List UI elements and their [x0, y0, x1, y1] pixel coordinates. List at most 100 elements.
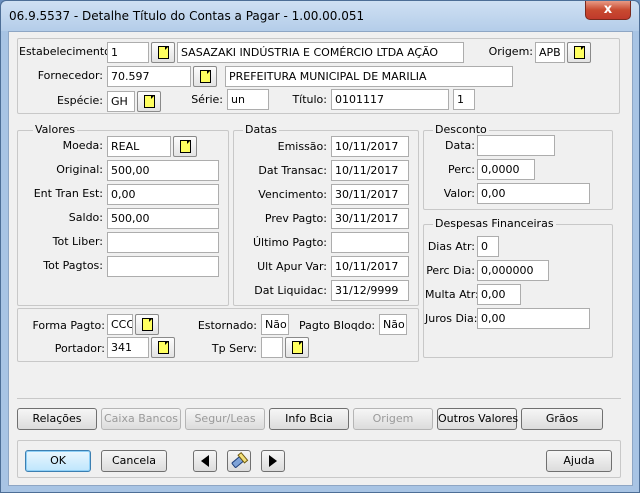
especie-lookup-button[interactable] [137, 91, 161, 112]
lookup-document-icon [158, 46, 169, 59]
dias-atr-field[interactable]: 0 [477, 236, 499, 257]
forma-pagto-field[interactable]: CCC [107, 314, 133, 335]
ok-button[interactable]: OK [25, 450, 91, 472]
pagto-bloqdo-label: Pagto Bloqdo: [299, 319, 376, 332]
origem-lookup-button[interactable] [567, 42, 591, 63]
fornecedor-name-field: PREFEITURA MUNICIPAL DE MARILIA [225, 66, 513, 87]
datas-group-title: Datas [243, 123, 279, 136]
origem-label: Origem: [488, 45, 533, 58]
vencimento-field[interactable]: 30/11/2017 [331, 184, 409, 205]
origem-field[interactable]: APB [535, 42, 565, 63]
desconto-perc-label: Perc: [447, 163, 475, 176]
forma-pagto-lookup-button[interactable] [135, 314, 159, 335]
parcela-field[interactable]: 1 [453, 89, 475, 110]
dat-liquidac-label: Dat Liquidac: [254, 284, 327, 297]
saldo-label: Saldo: [68, 211, 103, 224]
tp-serv-lookup-button[interactable] [285, 337, 309, 358]
juros-dia-field[interactable]: 0,00 [477, 308, 590, 329]
separator-line [17, 398, 621, 399]
juros-dia-label: Juros Dia: [425, 312, 478, 325]
valores-group-title: Valores [33, 123, 77, 136]
lookup-document-icon [142, 318, 153, 331]
outros-valores-button[interactable]: Outros Valores [437, 408, 518, 430]
tot-pagtos-field[interactable] [107, 256, 219, 277]
serie-field[interactable]: un [227, 89, 269, 110]
estabelecimento-lookup-button[interactable] [151, 42, 175, 63]
pagto-bloqdo-field[interactable]: Não [379, 314, 407, 335]
fornecedor-lookup-button[interactable] [193, 66, 217, 87]
previous-record-button[interactable] [193, 450, 217, 472]
search-record-button[interactable] [227, 450, 251, 472]
next-record-button[interactable] [261, 450, 285, 472]
forma-pagto-label: Forma Pagto: [32, 319, 105, 332]
tp-serv-field[interactable] [261, 337, 283, 358]
moeda-lookup-button[interactable] [173, 136, 197, 157]
close-button[interactable]: x [585, 1, 631, 20]
ent-tran-est-field[interactable]: 0,00 [107, 184, 219, 205]
multa-atr-field[interactable]: 0,00 [477, 284, 521, 305]
estabelecimento-code-field[interactable]: 1 [107, 42, 149, 63]
window-frame: 06.9.5537 - Detalhe Título do Contas a P… [0, 0, 640, 493]
portador-lookup-button[interactable] [151, 337, 175, 358]
original-label: Original: [56, 163, 103, 176]
lookup-document-icon [200, 70, 211, 83]
moeda-label: Moeda: [62, 139, 103, 152]
original-field[interactable]: 500,00 [107, 160, 219, 181]
especie-field[interactable]: GH [107, 91, 135, 112]
ajuda-button[interactable]: Ajuda [546, 450, 612, 472]
titulo-label: Título: [292, 93, 327, 106]
desconto-data-label: Data: [445, 139, 475, 152]
tp-serv-label: Tp Serv: [211, 342, 257, 355]
fornecedor-label: Fornecedor: [37, 69, 103, 82]
moeda-field[interactable]: REAL [107, 136, 171, 157]
dat-liquidac-field[interactable]: 31/12/9999 [331, 280, 409, 301]
dialog-client-area: Estabelecimento: 1 SASAZAKI INDÚSTRIA E … [8, 31, 633, 486]
ult-apur-var-field[interactable]: 10/11/2017 [331, 256, 409, 277]
desconto-perc-field[interactable]: 0,0000 [477, 159, 535, 180]
despesas-financeiras-group-title: Despesas Financeiras [433, 217, 556, 230]
triangle-right-icon [269, 455, 277, 467]
titulo-field[interactable]: 0101117 [331, 89, 449, 110]
segur-leas-button[interactable]: Segur/Leas [185, 408, 265, 430]
dias-atr-label: Dias Atr: [427, 240, 475, 253]
ultimo-pagto-label: Último Pagto: [252, 236, 327, 249]
lookup-document-icon [574, 46, 585, 59]
vencimento-label: Vencimento: [258, 188, 327, 201]
caixa-bancos-button[interactable]: Caixa Bancos [101, 408, 181, 430]
desconto-valor-field[interactable]: 0,00 [477, 183, 590, 204]
ultimo-pagto-field[interactable] [331, 232, 409, 253]
prev-pagto-field[interactable]: 30/11/2017 [331, 208, 409, 229]
lookup-document-icon [158, 341, 169, 354]
ent-tran-est-label: Ent Tran Est: [33, 187, 103, 200]
graos-button[interactable]: Grãos [521, 408, 603, 430]
emissao-field[interactable]: 10/11/2017 [331, 136, 409, 157]
perc-dia-label: Perc Dia: [426, 264, 475, 277]
fornecedor-code-field[interactable]: 70.597 [107, 66, 191, 87]
lookup-document-icon [144, 95, 155, 108]
saldo-field[interactable]: 500,00 [107, 208, 219, 229]
estornado-field[interactable]: Não [261, 314, 289, 335]
triangle-left-icon [201, 455, 209, 467]
cancela-button[interactable]: Cancela [101, 450, 167, 472]
portador-label: Portador: [54, 342, 105, 355]
ult-apur-var-label: Ult Apur Var: [257, 260, 327, 273]
portador-field[interactable]: 341 [107, 337, 149, 358]
multa-atr-label: Multa Atr: [425, 288, 479, 301]
estornado-label: Estornado: [197, 319, 257, 332]
desconto-data-field[interactable] [477, 135, 555, 156]
origem-button[interactable]: Origem [353, 408, 433, 430]
emissao-label: Emissão: [277, 140, 327, 153]
tot-liber-label: Tot Liber: [52, 235, 103, 248]
dat-transac-label: Dat Transac: [258, 164, 327, 177]
window-title: 06.9.5537 - Detalhe Título do Contas a P… [9, 9, 365, 23]
perc-dia-field[interactable]: 0,000000 [477, 260, 549, 281]
estabelecimento-label: Estabelecimento: [19, 45, 115, 58]
tot-liber-field[interactable] [107, 232, 219, 253]
desconto-valor-label: Valor: [443, 187, 475, 200]
estabelecimento-name-field: SASAZAKI INDÚSTRIA E COMÉRCIO LTDA AÇÃO [177, 42, 464, 63]
relacoes-button[interactable]: Relações [17, 408, 97, 430]
lookup-document-icon [180, 140, 191, 153]
info-bcia-button[interactable]: Info Bcia [269, 408, 349, 430]
dat-transac-field[interactable]: 10/11/2017 [331, 160, 409, 181]
lookup-document-icon [292, 341, 303, 354]
